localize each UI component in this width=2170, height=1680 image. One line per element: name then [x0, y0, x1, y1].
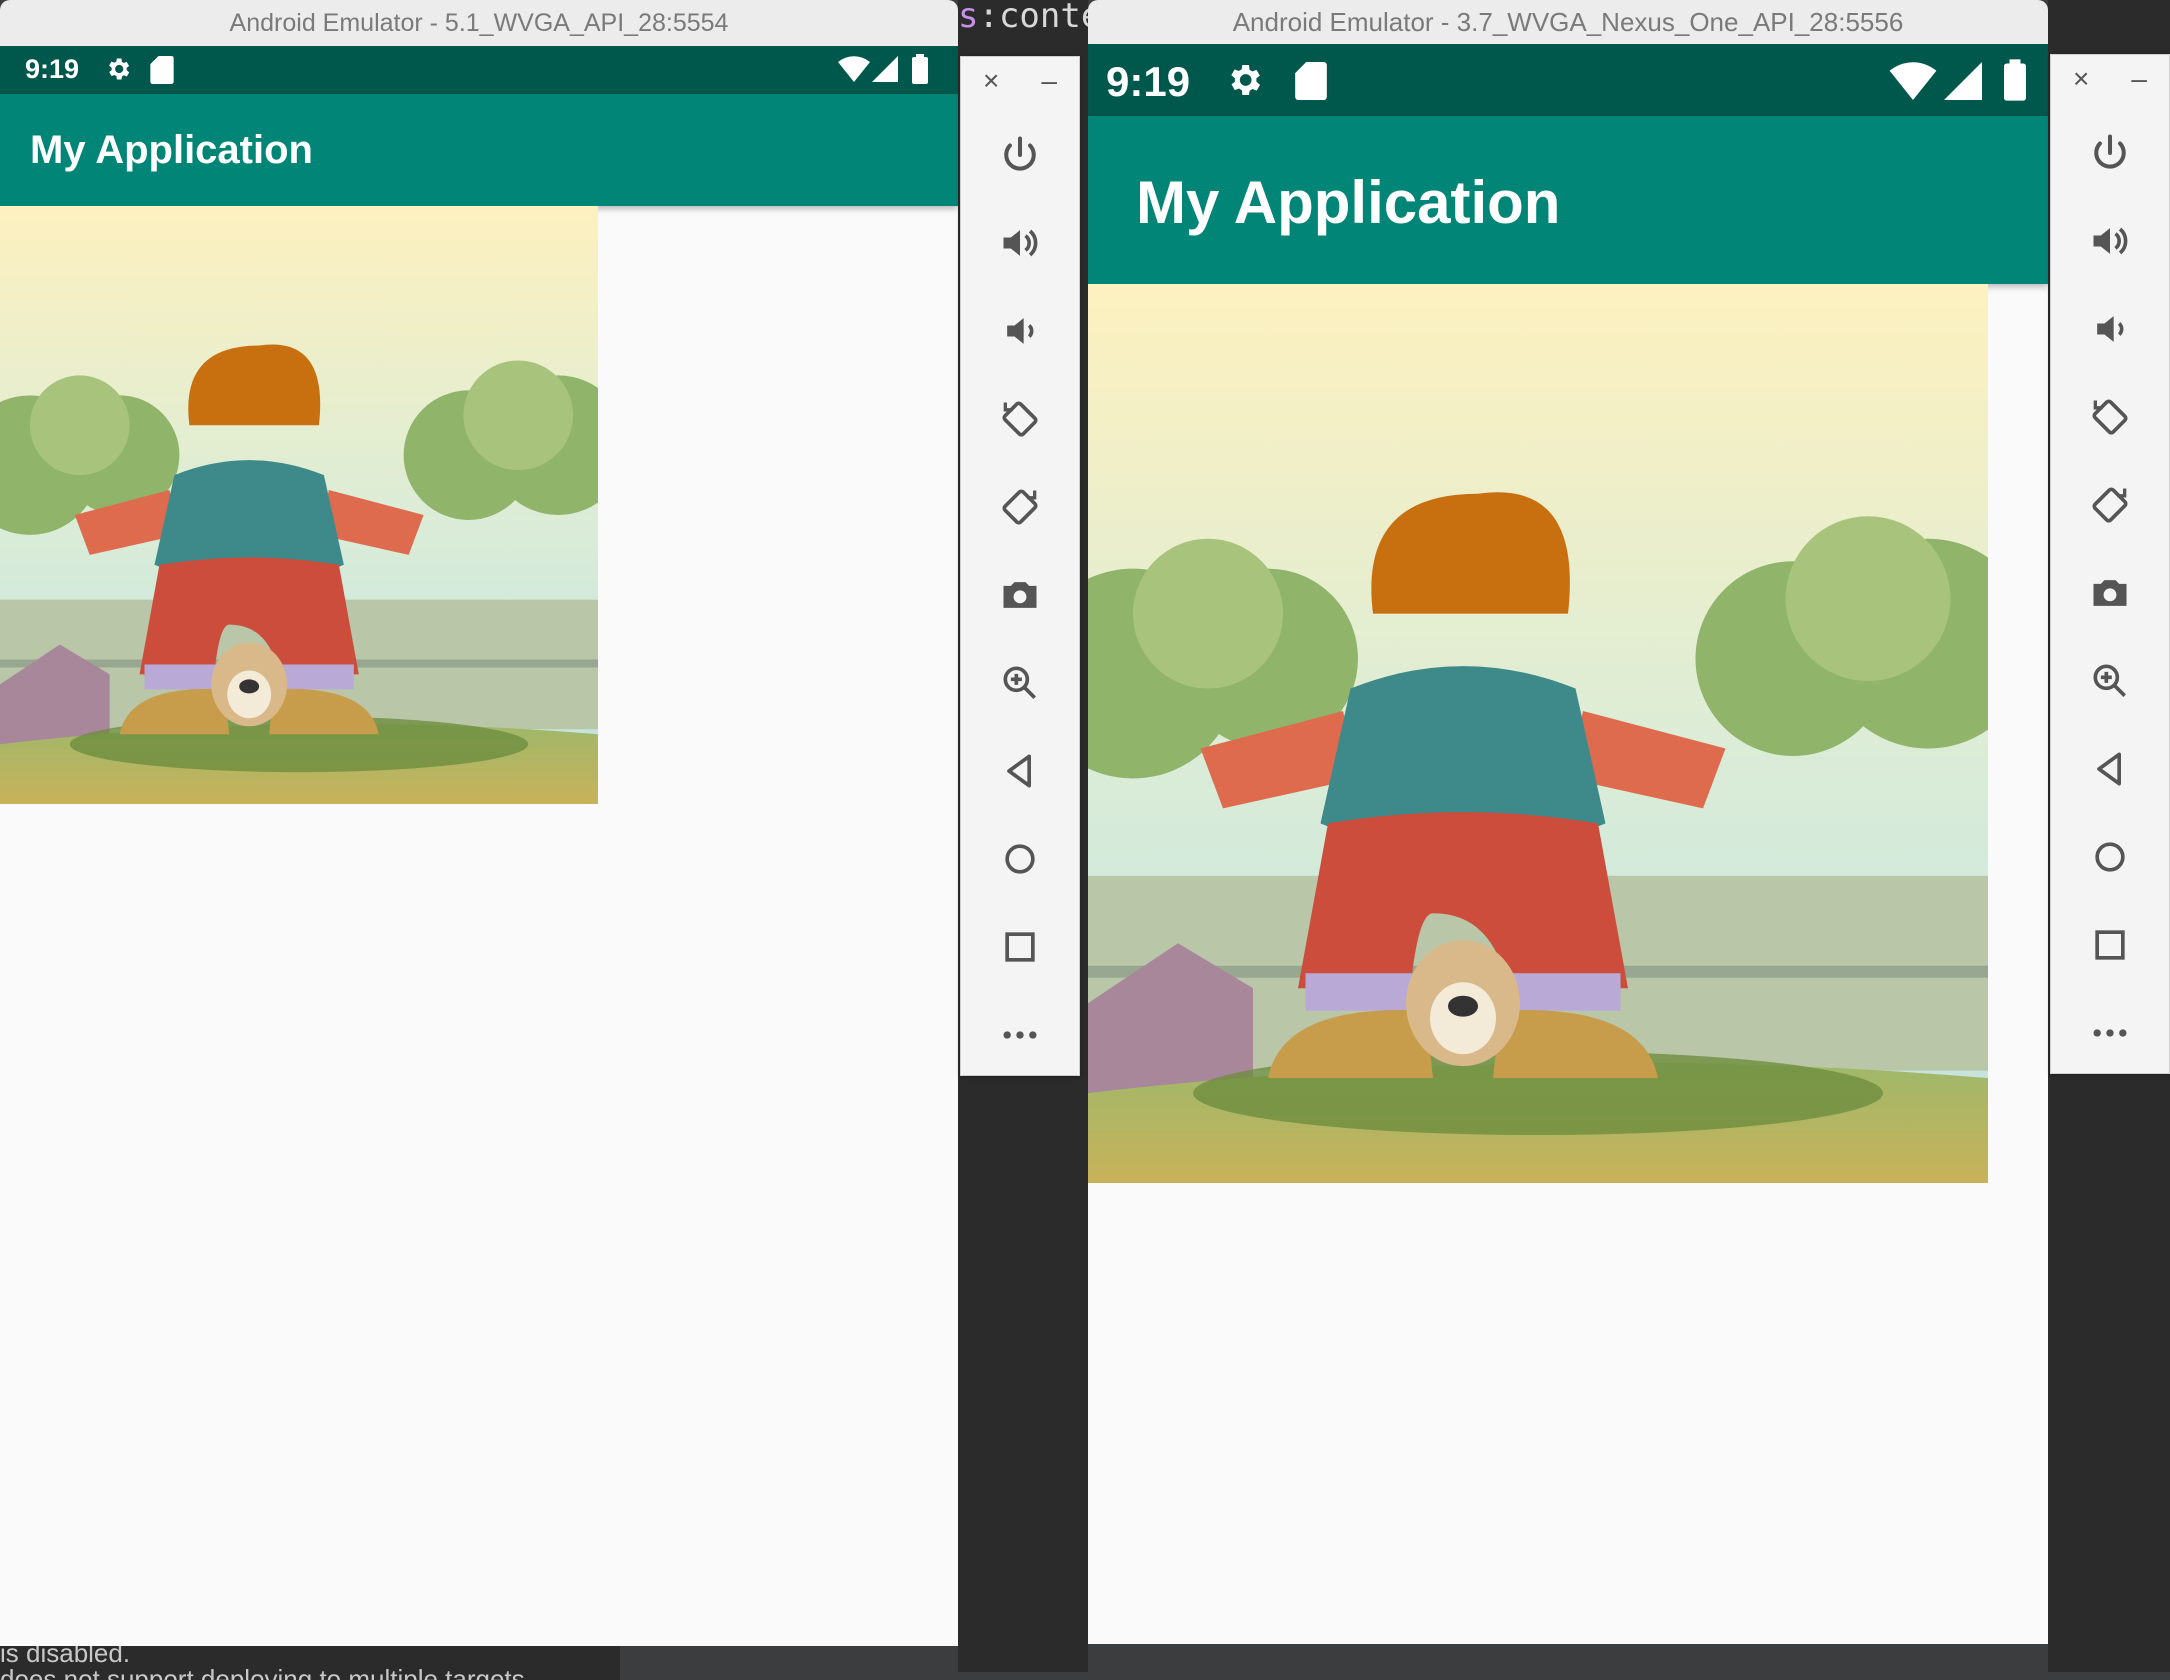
volume-down-button[interactable] — [961, 303, 1079, 363]
rotate-right-icon — [998, 485, 1042, 534]
signal-icon — [1944, 62, 1982, 105]
camera-icon — [2088, 571, 2132, 620]
overview-icon — [998, 925, 1042, 974]
emulator-toolbar-2: × – — [2050, 54, 2170, 1074]
power-button[interactable] — [961, 127, 1079, 187]
volume-up-icon — [998, 221, 1042, 270]
home-button[interactable] — [961, 831, 1079, 891]
overview-button[interactable] — [2051, 917, 2169, 977]
zoom-button[interactable] — [2051, 653, 2169, 713]
volume-down-icon — [2088, 307, 2132, 356]
window-titlebar[interactable]: Android Emulator - 3.7_WVGA_Nexus_One_AP… — [1088, 0, 2048, 44]
more-icon — [998, 1013, 1042, 1062]
toolbar-header: × – — [961, 57, 1079, 105]
home-icon — [998, 837, 1042, 886]
volume-up-button[interactable] — [961, 215, 1079, 275]
volume-down-button[interactable] — [2051, 301, 2169, 361]
power-button[interactable] — [2051, 125, 2169, 185]
emulator-window-1: Android Emulator - 5.1_WVGA_API_28:5554 … — [0, 0, 958, 1646]
cartoon-image — [1088, 284, 1988, 1183]
sd-card-icon — [150, 56, 174, 89]
settings-icon — [104, 55, 132, 88]
status-time: 9:19 — [25, 54, 80, 84]
ide-console-line: does not support deploying to multiple t… — [0, 1664, 525, 1680]
signal-icon — [872, 56, 898, 87]
rotate-left-icon — [2088, 395, 2132, 444]
back-button[interactable] — [2051, 741, 2169, 801]
device-screen[interactable]: 9:19 My Application — [0, 46, 958, 1646]
rotate-right-button[interactable] — [961, 479, 1079, 539]
more-button[interactable] — [961, 1007, 1079, 1067]
more-icon — [2088, 1011, 2132, 1060]
settings-icon — [1224, 60, 1264, 105]
battery-icon — [2004, 58, 2026, 107]
home-icon — [2088, 835, 2132, 884]
back-icon — [2088, 747, 2132, 796]
status-bar: 9:19 — [1088, 44, 2048, 116]
status-time: 9:19 — [1106, 58, 1191, 105]
power-icon — [2088, 131, 2132, 180]
battery-icon — [912, 54, 928, 89]
zoom-icon — [998, 661, 1042, 710]
app-title: My Application — [1136, 169, 1561, 236]
sd-card-icon — [1294, 62, 1328, 105]
camera-icon — [998, 573, 1042, 622]
screenshot-button[interactable] — [961, 567, 1079, 627]
home-button[interactable] — [2051, 829, 2169, 889]
toolbar-header: × – — [2051, 55, 2169, 103]
app-bar: My Application — [0, 94, 958, 206]
app-title: My Application — [30, 128, 313, 172]
wifi-icon — [838, 56, 870, 87]
overview-icon — [2088, 923, 2132, 972]
overview-button[interactable] — [961, 919, 1079, 979]
volume-down-icon — [998, 309, 1042, 358]
rotate-left-button[interactable] — [2051, 389, 2169, 449]
power-icon — [998, 133, 1042, 182]
zoom-button[interactable] — [961, 655, 1079, 715]
rotate-right-button[interactable] — [2051, 477, 2169, 537]
emulator-toolbar-1: × – — [960, 56, 1080, 1076]
close-icon[interactable]: × — [983, 67, 999, 95]
volume-up-button[interactable] — [2051, 213, 2169, 273]
back-icon — [998, 749, 1042, 798]
rotate-left-icon — [998, 397, 1042, 446]
screenshot-button[interactable] — [2051, 565, 2169, 625]
status-bar: 9:19 — [0, 46, 958, 94]
zoom-icon — [2088, 659, 2132, 708]
back-button[interactable] — [961, 743, 1079, 803]
cartoon-image — [0, 206, 598, 804]
close-icon[interactable]: × — [2073, 65, 2089, 93]
wifi-icon — [1888, 62, 1938, 105]
minimize-icon[interactable]: – — [1041, 67, 1057, 95]
window-titlebar[interactable]: Android Emulator - 5.1_WVGA_API_28:5554 — [0, 0, 958, 46]
ide-code-fragment: s:conte — [958, 0, 1102, 36]
emulator-window-2: Android Emulator - 3.7_WVGA_Nexus_One_AP… — [1088, 0, 2048, 1644]
more-button[interactable] — [2051, 1005, 2169, 1065]
rotate-right-icon — [2088, 483, 2132, 532]
window-title: Android Emulator - 3.7_WVGA_Nexus_One_AP… — [1232, 7, 1904, 37]
minimize-icon[interactable]: – — [2131, 65, 2147, 93]
rotate-left-button[interactable] — [961, 391, 1079, 451]
window-title: Android Emulator - 5.1_WVGA_API_28:5554 — [229, 9, 729, 37]
volume-up-icon — [2088, 219, 2132, 268]
ide-console-output: is disabled. does not support deploying … — [0, 1640, 620, 1680]
app-bar: My Application — [1088, 116, 2048, 284]
device-screen[interactable]: 9:19 My Application — [1088, 44, 2048, 1644]
